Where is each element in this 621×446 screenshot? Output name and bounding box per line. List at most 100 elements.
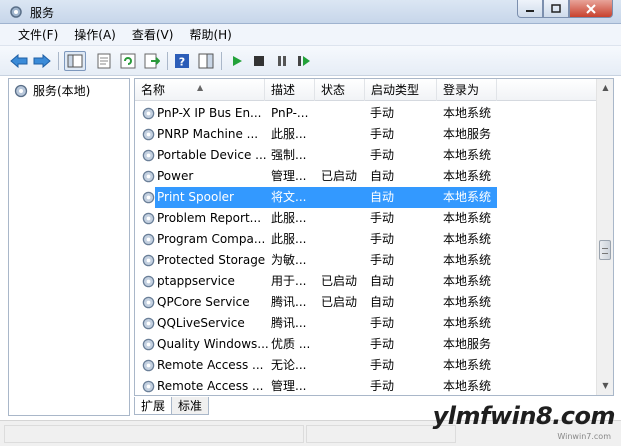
window-controls xyxy=(517,0,613,18)
menu-action[interactable]: 操作(A) xyxy=(66,26,124,43)
service-startup-type: 自动 xyxy=(370,190,395,204)
vertical-scrollbar[interactable]: ▲ ▼ xyxy=(596,79,613,395)
list-header: 名称 ▲ 描述 状态 启动类型 登录为 xyxy=(135,79,597,101)
table-row[interactable]: Problem Report... 此服... 手动 本地系统 xyxy=(135,208,597,229)
service-gear-icon xyxy=(141,127,156,142)
service-name: Quality Windows... xyxy=(157,337,269,351)
action-pane-button[interactable] xyxy=(197,52,215,70)
tab-standard[interactable]: 标准 xyxy=(171,397,210,415)
service-description: 将文... xyxy=(271,190,307,204)
tree-item-services-local[interactable]: 服务(本地) xyxy=(13,82,90,99)
show-hide-tree-button[interactable] xyxy=(64,51,86,71)
service-status: 已启动 xyxy=(321,169,358,183)
service-startup-type: 自动 xyxy=(370,274,395,288)
properties-icon xyxy=(97,53,111,69)
table-row[interactable]: Power 管理... 已启动 自动 本地系统 xyxy=(135,166,597,187)
service-description: 无论... xyxy=(271,358,307,372)
service-logon-as: 本地系统 xyxy=(443,253,492,267)
refresh-button[interactable] xyxy=(119,52,137,70)
service-gear-icon xyxy=(141,295,156,310)
status-cell xyxy=(4,425,304,443)
table-row[interactable]: Protected Storage 为敏... 手动 本地系统 xyxy=(135,250,597,271)
pause-service-button[interactable] xyxy=(273,52,291,70)
close-button[interactable] xyxy=(569,0,613,18)
services-local-icon xyxy=(14,84,28,97)
column-header-status[interactable]: 状态 xyxy=(315,79,365,101)
menu-view[interactable]: 查看(V) xyxy=(124,26,182,43)
column-header-startup-type[interactable]: 启动类型 xyxy=(365,79,437,101)
back-button[interactable] xyxy=(10,52,28,70)
table-row[interactable]: Program Compa... 此服... 手动 本地系统 xyxy=(135,229,597,250)
forward-arrow-icon xyxy=(33,54,51,68)
toolbar-separator xyxy=(221,52,222,70)
service-name: QPCore Service xyxy=(157,295,250,309)
scroll-thumb[interactable] xyxy=(599,240,611,260)
service-description: 腾讯... xyxy=(271,295,307,309)
service-startup-type: 手动 xyxy=(370,127,395,141)
service-description: 此服... xyxy=(271,211,307,225)
service-description: PnP-... xyxy=(271,106,309,120)
start-service-button[interactable] xyxy=(228,52,246,70)
service-name: Portable Device ... xyxy=(157,148,267,162)
service-gear-icon xyxy=(141,211,156,226)
service-name: Program Compa... xyxy=(157,232,266,246)
service-startup-type: 手动 xyxy=(370,358,395,372)
table-row[interactable]: Remote Access ... 管理... 手动 本地系统 xyxy=(135,376,597,395)
minimize-icon xyxy=(526,9,534,12)
minimize-button[interactable] xyxy=(517,0,543,18)
scroll-down-arrow-icon[interactable]: ▼ xyxy=(601,381,610,390)
service-name: Protected Storage xyxy=(157,253,266,267)
table-row[interactable]: Print Spooler 将文... 自动 本地系统 xyxy=(135,187,597,208)
service-startup-type: 手动 xyxy=(370,211,395,225)
column-header-name[interactable]: 名称 ▲ xyxy=(135,79,265,101)
list-rows: PnP-X IP Bus En... PnP-... 手动 本地系统 PNRP Mach… xyxy=(135,103,597,395)
forward-button[interactable] xyxy=(33,52,51,70)
stop-service-button[interactable] xyxy=(250,52,268,70)
table-row[interactable]: Portable Device ... 强制... 手动 本地系统 xyxy=(135,145,597,166)
restart-service-button[interactable] xyxy=(295,52,313,70)
service-name: Remote Access ... xyxy=(157,358,264,372)
table-row[interactable]: ptappservice 用于... 已启动 自动 本地系统 xyxy=(135,271,597,292)
services-list: 名称 ▲ 描述 状态 启动类型 登录为 PnP-X IP Bus En... Pn… xyxy=(134,78,614,396)
svg-text:?: ? xyxy=(179,56,185,69)
menu-file[interactable]: 文件(F) xyxy=(10,26,66,43)
column-header-description[interactable]: 描述 xyxy=(265,79,315,101)
service-name: PnP-X IP Bus En... xyxy=(157,106,262,120)
services-gear-icon xyxy=(8,4,24,20)
service-logon-as: 本地系统 xyxy=(443,358,492,372)
service-logon-as: 本地系统 xyxy=(443,295,492,309)
back-arrow-icon xyxy=(10,54,28,68)
scroll-up-arrow-icon[interactable]: ▲ xyxy=(601,83,610,92)
service-startup-type: 自动 xyxy=(370,169,395,183)
maximize-button[interactable] xyxy=(543,0,569,18)
title-bar: 服务 xyxy=(0,0,621,24)
properties-button[interactable] xyxy=(95,52,113,70)
table-row[interactable]: PNRP Machine ... 此服... 手动 本地服务 xyxy=(135,124,597,145)
service-startup-type: 手动 xyxy=(370,337,395,351)
table-row[interactable]: Remote Access ... 无论... 手动 本地系统 xyxy=(135,355,597,376)
help-button[interactable]: ? xyxy=(173,52,191,70)
service-description: 此服... xyxy=(271,127,307,141)
service-description: 优质 ... xyxy=(271,337,311,351)
action-pane-icon xyxy=(198,53,214,69)
tab-extended[interactable]: 扩展 xyxy=(134,397,173,415)
pause-service-icon xyxy=(278,56,286,66)
service-description: 管理... xyxy=(271,169,307,183)
table-row[interactable]: Quality Windows... 优质 ... 手动 本地服务 xyxy=(135,334,597,355)
table-row[interactable]: QPCore Service 腾讯... 已启动 自动 本地系统 xyxy=(135,292,597,313)
service-startup-type: 手动 xyxy=(370,379,395,393)
table-row[interactable]: PnP-X IP Bus En... PnP-... 手动 本地系统 xyxy=(135,103,597,124)
menu-help[interactable]: 帮助(H) xyxy=(181,26,239,43)
table-row[interactable]: QQLiveService 腾讯... 手动 本地系统 xyxy=(135,313,597,334)
tree-item-label: 服务(本地) xyxy=(33,84,91,98)
service-description: 强制... xyxy=(271,148,307,162)
service-name: Remote Access ... xyxy=(157,379,264,393)
service-startup-type: 手动 xyxy=(370,148,395,162)
service-gear-icon xyxy=(141,148,156,163)
service-description: 管理... xyxy=(271,379,307,393)
service-startup-type: 手动 xyxy=(370,316,395,330)
service-status: 已启动 xyxy=(321,274,358,288)
column-header-logon-as[interactable]: 登录为 xyxy=(437,79,497,101)
export-list-button[interactable] xyxy=(143,52,161,70)
service-description: 腾讯... xyxy=(271,316,307,330)
